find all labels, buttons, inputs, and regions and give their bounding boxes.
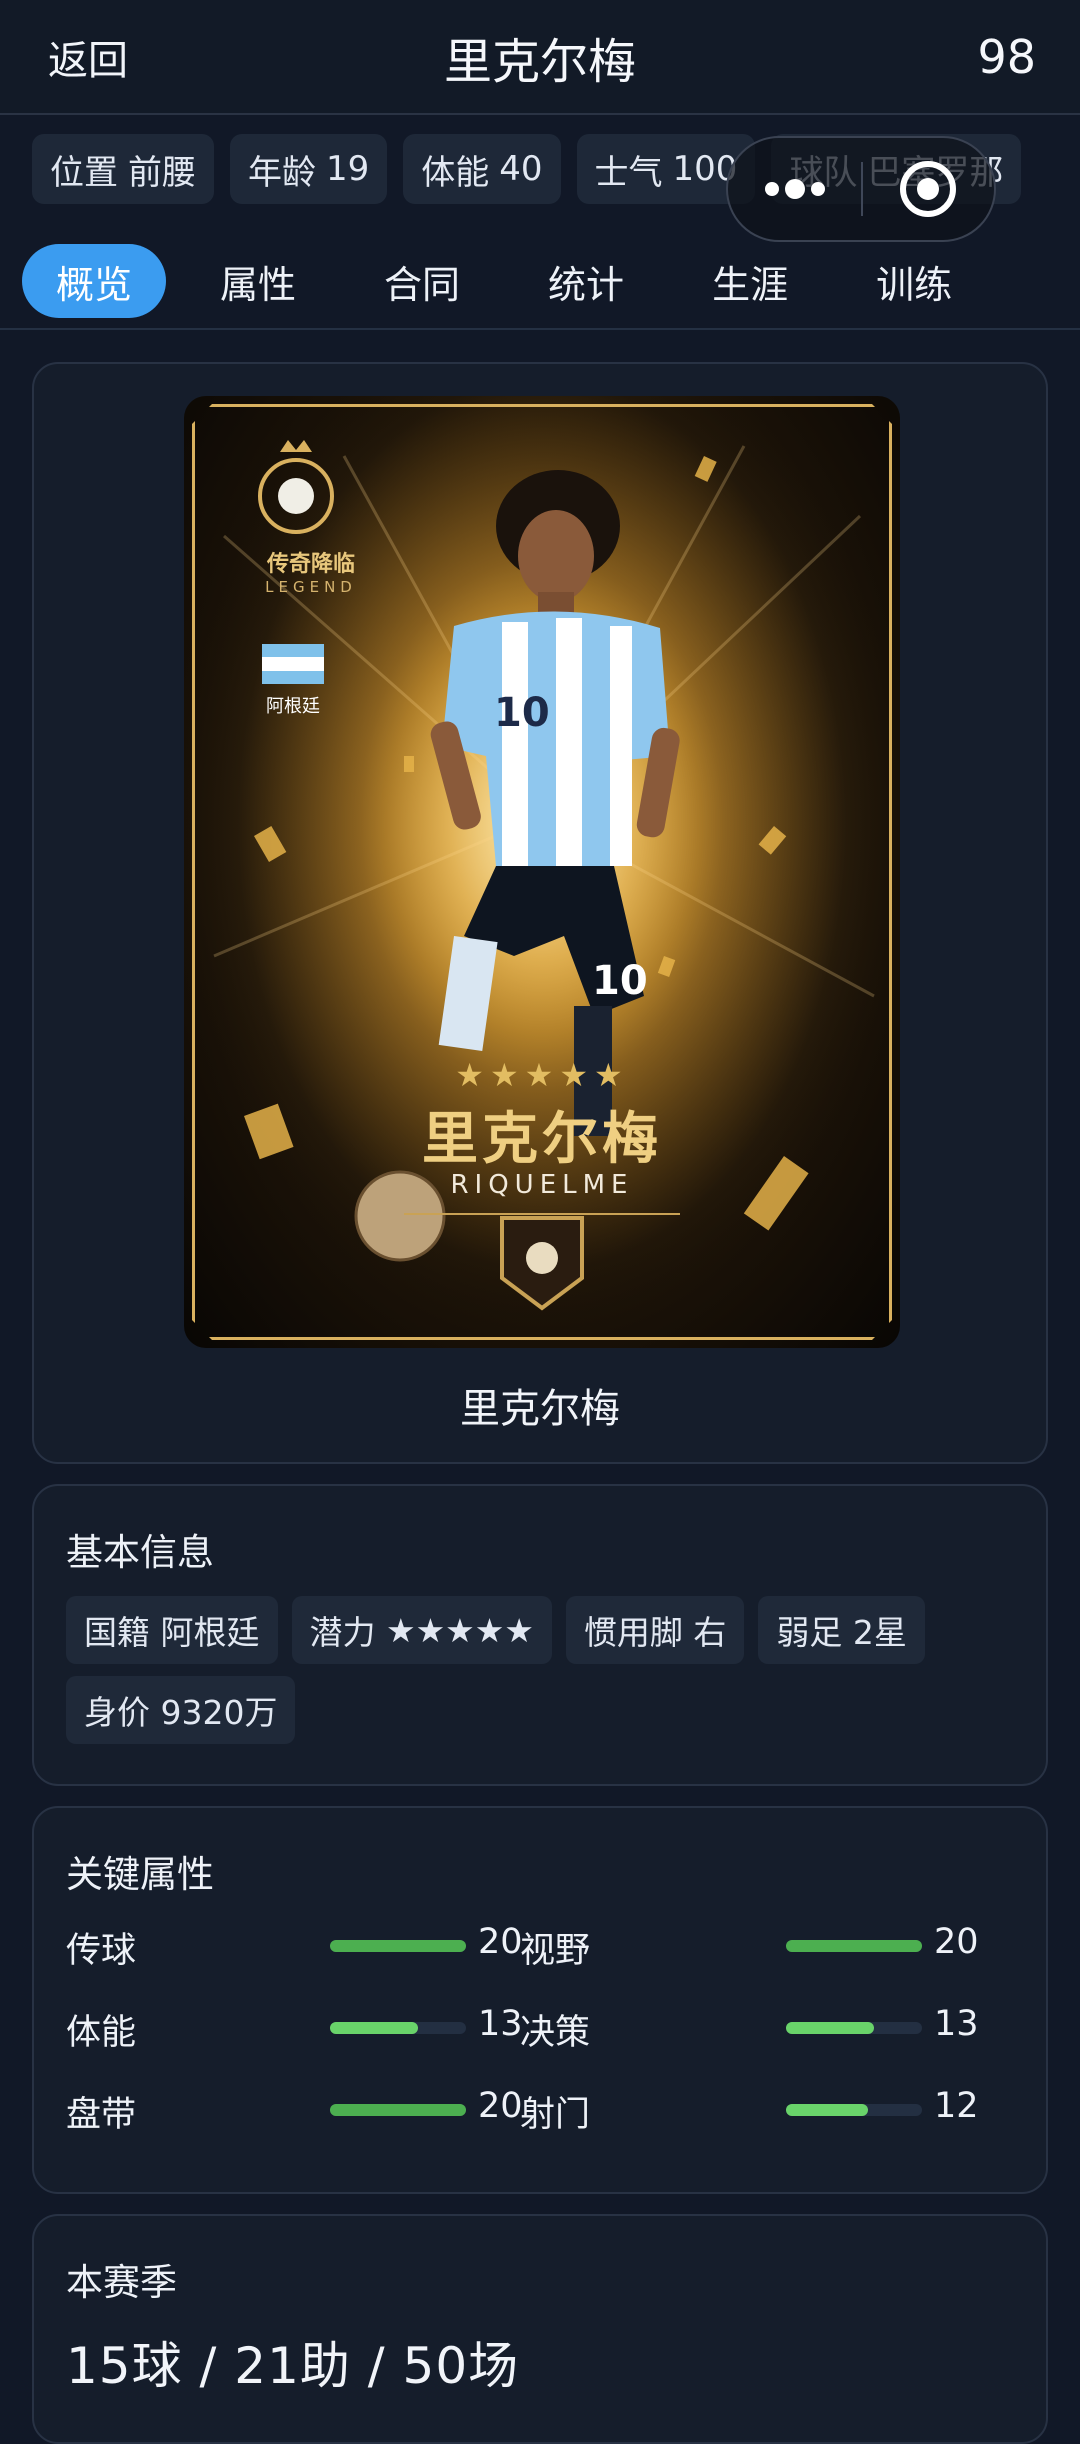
info-value: ★★★★★: [386, 1610, 534, 1650]
chip-position: 位置 前腰: [32, 134, 214, 204]
tab-stats[interactable]: 统计: [514, 244, 658, 318]
tab-divider: [0, 328, 1080, 330]
chip-label: 士气: [594, 152, 663, 193]
info-label: 潜力: [309, 1613, 376, 1652]
attribute-label: 决策: [520, 2013, 591, 2053]
attribute-value: 13: [934, 2004, 979, 2044]
chip-stamina: 体能 40: [403, 134, 561, 204]
attribute-label: 盘带: [66, 2095, 137, 2135]
attribute-bar: [786, 1940, 922, 1952]
season-card: 本赛季 15球 / 21助 / 50场: [32, 2214, 1048, 2444]
card-player-name: 里克尔梅: [422, 1107, 662, 1172]
attribute-bar: [330, 2104, 466, 2116]
hero-card: 10 10 传奇降临 LEGEND 阿根廷 ★★★★★ 里克尔梅 RIQUELM…: [32, 362, 1048, 1464]
info-label: 弱足: [776, 1613, 843, 1652]
chip-value: 19: [326, 149, 370, 189]
basic-info-row: 国籍 阿根廷 潜力 ★★★★★ 惯用脚 右 弱足 2星: [66, 1596, 925, 1664]
section-title: 基本信息: [66, 1531, 214, 1574]
attribute-bar: [786, 2104, 922, 2116]
attribute-value: 12: [934, 2086, 979, 2126]
info-value: 9320万: [160, 1693, 278, 1732]
tab-career[interactable]: 生涯: [678, 244, 822, 318]
overall-rating: 98: [977, 29, 1036, 84]
basic-info-card: 基本信息 国籍 阿根廷 潜力 ★★★★★ 惯用脚 右 弱足 2星 身价 9320…: [32, 1484, 1048, 1786]
attribute-row: 盘带 20 射门 12: [34, 2080, 1046, 2140]
page-title: 里克尔梅: [443, 33, 636, 90]
attribute-row: 体能 13 决策 13: [34, 1998, 1046, 2058]
attribute-label: 射门: [520, 2095, 591, 2135]
attribute-value: 13: [478, 2004, 523, 2044]
info-weak-foot: 弱足 2星: [758, 1596, 925, 1664]
player-card-image[interactable]: 10 10 传奇降临 LEGEND 阿根廷 ★★★★★ 里克尔梅 RIQUELM…: [184, 396, 900, 1348]
attribute-bar: [330, 2022, 466, 2034]
tab-training[interactable]: 训练: [842, 244, 986, 318]
info-preferred-foot: 惯用脚 右: [565, 1596, 745, 1664]
chip-label: 年龄: [248, 152, 316, 193]
card-stars: ★★★★★: [455, 1056, 629, 1094]
info-label: 身价: [84, 1693, 150, 1732]
card-player-latin-name: RIQUELME: [450, 1170, 634, 1200]
tab-contract[interactable]: 合同: [350, 244, 494, 318]
mini-program-capsule: [726, 136, 996, 242]
season-stats: 15球 / 21助 / 50场: [66, 2337, 520, 2395]
argentina-flag-icon: [262, 644, 324, 684]
attribute-value: 20: [478, 1922, 523, 1962]
attribute-label: 体能: [66, 2013, 137, 2053]
chip-value: 40: [499, 149, 543, 189]
info-market-value: 身价 9320万: [66, 1676, 296, 1744]
chip-value: 前腰: [128, 152, 196, 193]
close-target-icon[interactable]: [863, 138, 994, 240]
attribute-row: 传球 20 视野 20: [34, 1916, 1046, 1976]
legend-badge-title: 传奇降临: [266, 552, 355, 577]
attribute-bar: [786, 2022, 922, 2034]
chip-label: 位置: [50, 152, 118, 193]
tab-bar: 概览 属性 合同 统计 生涯 训练: [22, 244, 1058, 318]
info-value: 2星: [852, 1613, 907, 1652]
tab-attributes[interactable]: 属性: [186, 244, 330, 318]
attribute-label: 传球: [66, 1931, 137, 1971]
attribute-value: 20: [478, 2086, 523, 2126]
tab-overview[interactable]: 概览: [22, 244, 167, 318]
legend-badge-subtitle: LEGEND: [265, 578, 357, 596]
info-potential: 潜力 ★★★★★: [291, 1596, 552, 1664]
back-button[interactable]: 返回: [48, 28, 128, 86]
player-name: 里克尔梅: [460, 1386, 620, 1432]
section-title: 关键属性: [66, 1853, 214, 1896]
chip-age: 年龄 19: [230, 134, 388, 204]
top-bar: 返回 里克尔梅 98: [0, 0, 1080, 115]
flag-label: 阿根廷: [266, 696, 320, 717]
info-value: 阿根廷: [160, 1613, 260, 1652]
info-label: 国籍: [84, 1613, 150, 1652]
info-nationality: 国籍 阿根廷: [66, 1596, 278, 1664]
key-attributes-card: 关键属性 传球 20 视野 20 体能 13 决策 13 盘带 20 射门 12: [32, 1806, 1048, 2194]
chip-label: 体能: [421, 152, 490, 193]
info-value: 右: [693, 1613, 727, 1652]
basic-info-row: 身价 9320万: [66, 1676, 296, 1744]
attribute-bar: [330, 1940, 466, 1952]
section-title: 本赛季: [66, 2261, 177, 2304]
attribute-value: 20: [934, 1922, 979, 1962]
info-label: 惯用脚: [583, 1613, 683, 1652]
more-dots-icon[interactable]: [728, 138, 861, 240]
attribute-label: 视野: [520, 1931, 591, 1971]
